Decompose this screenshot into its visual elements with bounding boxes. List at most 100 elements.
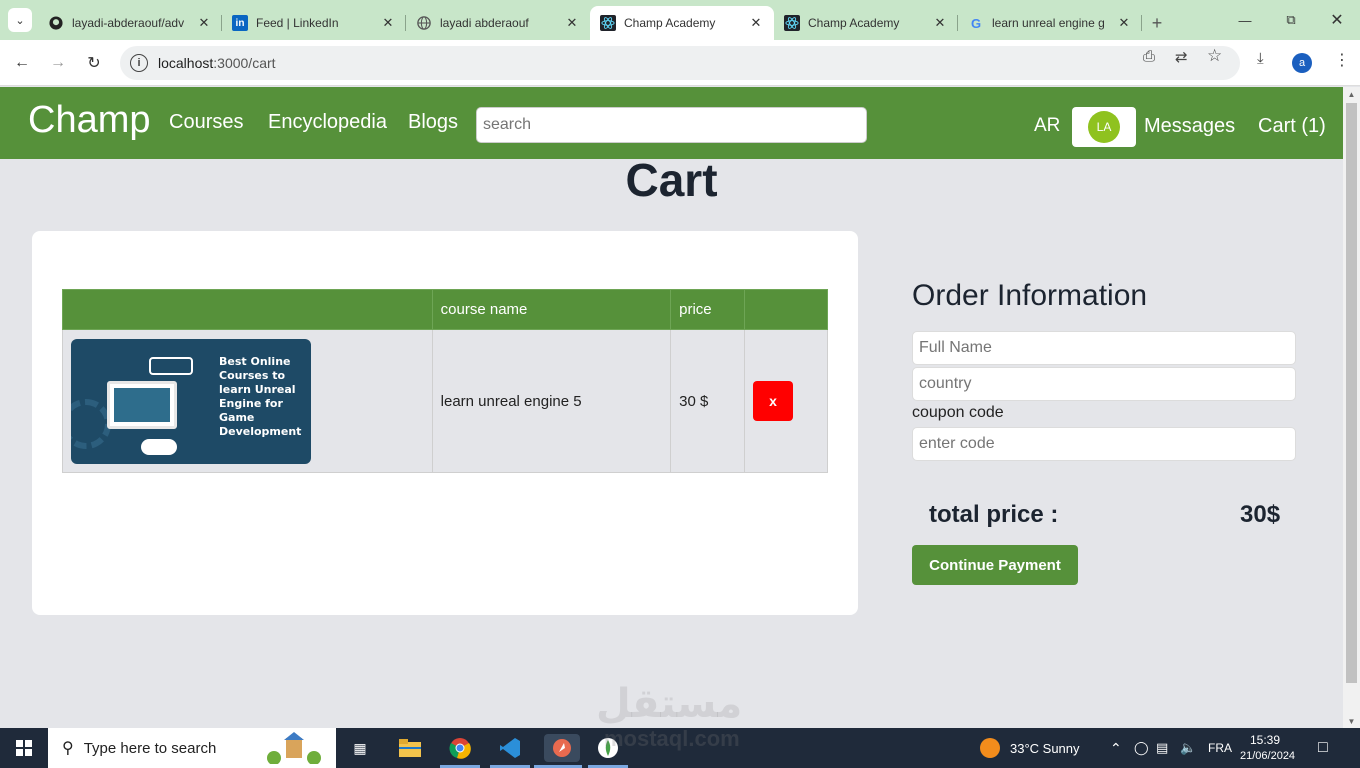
- browser-tab-active[interactable]: Champ Academy ✕: [590, 6, 774, 40]
- vscode-icon[interactable]: [496, 734, 524, 762]
- tab-title: layadi abderaouf: [440, 16, 529, 30]
- sun-icon: [980, 738, 1000, 758]
- brand-logo[interactable]: Champ: [28, 99, 151, 142]
- tab-title: layadi-abderaouf/adv: [72, 16, 185, 30]
- tab-title: Feed | LinkedIn: [256, 16, 339, 30]
- close-icon[interactable]: ✕: [1116, 15, 1132, 31]
- bookmark-star-icon[interactable]: ☆: [1207, 46, 1222, 66]
- close-window-button[interactable]: ✕: [1314, 0, 1360, 40]
- windows-taskbar: ⚲ Type here to search ▦ mostaql.com 33°C…: [0, 726, 1360, 768]
- download-icon[interactable]: ⤓: [1257, 50, 1264, 67]
- minimize-button[interactable]: —: [1222, 0, 1268, 40]
- new-tab-button[interactable]: +: [1142, 6, 1172, 40]
- input-language[interactable]: FRA: [1208, 728, 1232, 768]
- nav-link-blogs[interactable]: Blogs: [408, 111, 458, 134]
- nav-link-encyclopedia[interactable]: Encyclopedia: [268, 111, 387, 134]
- tab-title: Champ Academy: [808, 16, 900, 30]
- minimize-icon: —: [1238, 12, 1252, 28]
- continue-payment-button[interactable]: Continue Payment: [912, 545, 1078, 585]
- search-icon: ⚲: [62, 740, 74, 757]
- page-scrollbar[interactable]: ▲ ▼: [1343, 87, 1360, 728]
- controller-icon: [141, 438, 177, 455]
- close-icon[interactable]: ✕: [196, 15, 212, 31]
- gamepad-icon: [149, 356, 193, 375]
- monitor-icon: [107, 380, 177, 429]
- nav-link-messages[interactable]: Messages: [1144, 115, 1235, 138]
- system-clock[interactable]: 15:39 21/06/2024: [1240, 732, 1296, 764]
- search-highlight-icon: [264, 732, 324, 764]
- nav-link-courses[interactable]: Courses: [169, 111, 243, 134]
- remove-item-button[interactable]: x: [753, 381, 794, 421]
- install-app-icon[interactable]: ⎙: [1143, 48, 1155, 65]
- clock-date: 21/06/2024: [1240, 750, 1296, 762]
- volume-icon[interactable]: 🔈: [1180, 728, 1196, 768]
- browser-tab[interactable]: Champ Academy ✕: [774, 6, 958, 40]
- translate-icon[interactable]: ⇄: [1175, 48, 1188, 66]
- arrow-left-icon: ←: [14, 54, 30, 71]
- close-icon[interactable]: ✕: [932, 15, 948, 31]
- close-icon[interactable]: ✕: [748, 15, 764, 31]
- google-icon: G: [970, 15, 982, 31]
- watermark-arabic: مستقل: [596, 682, 743, 726]
- nav-link-cart[interactable]: Cart (1): [1258, 115, 1326, 138]
- arrow-right-icon: →: [50, 54, 66, 71]
- thumbnail-text: Best Online Courses to learn Unreal Engi…: [219, 354, 302, 438]
- tab-title: learn unreal engine g: [992, 16, 1105, 30]
- tab-list-button[interactable]: ⌄: [8, 8, 32, 32]
- network-icon[interactable]: ▤: [1156, 728, 1168, 768]
- language-switch[interactable]: AR: [1034, 115, 1060, 137]
- reload-button[interactable]: ↻: [82, 51, 106, 75]
- country-field[interactable]: [912, 367, 1296, 401]
- weather-widget[interactable]: 33°C Sunny: [980, 728, 1080, 768]
- close-icon[interactable]: ✕: [564, 15, 580, 31]
- close-icon: ✕: [1330, 12, 1344, 29]
- remove-cell: x: [744, 329, 828, 473]
- total-price-label: total price :: [929, 501, 1059, 528]
- url-text: localhost:3000/cart: [158, 55, 276, 71]
- avatar: LA: [1088, 111, 1120, 143]
- cart-table: course name price Best Online Courses to…: [62, 289, 828, 473]
- total-price-value: 30$: [1240, 501, 1281, 528]
- user-menu[interactable]: LA: [1072, 107, 1136, 147]
- course-thumbnail[interactable]: Best Online Courses to learn Unreal Engi…: [71, 338, 311, 464]
- chrome-icon[interactable]: [446, 734, 474, 762]
- restore-button[interactable]: ⧉: [1268, 0, 1314, 40]
- taskbar-search-placeholder: Type here to search: [83, 739, 217, 757]
- meet-now-icon[interactable]: ◯: [1134, 728, 1149, 768]
- scroll-up-icon[interactable]: ▲: [1343, 87, 1360, 101]
- browser-tab[interactable]: layadi abderaouf ✕: [406, 6, 590, 40]
- full-name-field[interactable]: [912, 331, 1296, 365]
- watermark-latin: mostaql.com: [604, 726, 740, 751]
- taskbar-search[interactable]: ⚲ Type here to search: [48, 728, 336, 768]
- gear-icon: [71, 398, 111, 449]
- order-information-title: Order Information: [912, 279, 1148, 312]
- forward-button[interactable]: →: [46, 51, 70, 75]
- address-bar-row: ← → ↻ i localhost:3000/cart ⎙ ⇄ ☆ ⤓ a ⋮: [0, 40, 1360, 86]
- browser-tab[interactable]: G learn unreal engine g ✕: [958, 6, 1142, 40]
- coupon-code-field[interactable]: [912, 427, 1296, 461]
- task-view-icon[interactable]: ▦: [346, 734, 374, 762]
- linkedin-icon: in: [232, 15, 248, 31]
- scrollbar-thumb[interactable]: [1346, 103, 1357, 683]
- site-navbar: Champ Courses Encyclopedia Blogs AR LA M…: [0, 87, 1343, 159]
- column-header-price: price: [670, 289, 746, 330]
- profile-avatar[interactable]: a: [1292, 53, 1312, 73]
- site-info-icon[interactable]: i: [130, 54, 148, 72]
- search-input[interactable]: [476, 107, 867, 143]
- scroll-down-icon[interactable]: ▼: [1343, 714, 1360, 728]
- tray-chevron-up-icon[interactable]: ⌃: [1110, 728, 1122, 768]
- postman-icon[interactable]: [544, 734, 580, 762]
- browser-tab[interactable]: in Feed | LinkedIn ✕: [222, 6, 406, 40]
- file-explorer-icon[interactable]: [396, 734, 424, 762]
- notifications-icon[interactable]: □: [1318, 728, 1328, 768]
- back-button[interactable]: ←: [10, 51, 34, 75]
- start-button[interactable]: [0, 728, 48, 768]
- browser-tab-strip: ⌄ layadi-abderaouf/adv ✕ in Feed | Linke…: [0, 0, 1360, 40]
- address-bar[interactable]: i localhost:3000/cart: [120, 46, 1240, 80]
- windows-logo-icon: [16, 740, 32, 756]
- menu-kebab-icon[interactable]: ⋮: [1334, 50, 1350, 70]
- browser-tab[interactable]: layadi-abderaouf/adv ✕: [38, 6, 222, 40]
- coupon-code-label: coupon code: [912, 404, 1004, 421]
- table-row: Best Online Courses to learn Unreal Engi…: [62, 329, 828, 473]
- close-icon[interactable]: ✕: [380, 15, 396, 31]
